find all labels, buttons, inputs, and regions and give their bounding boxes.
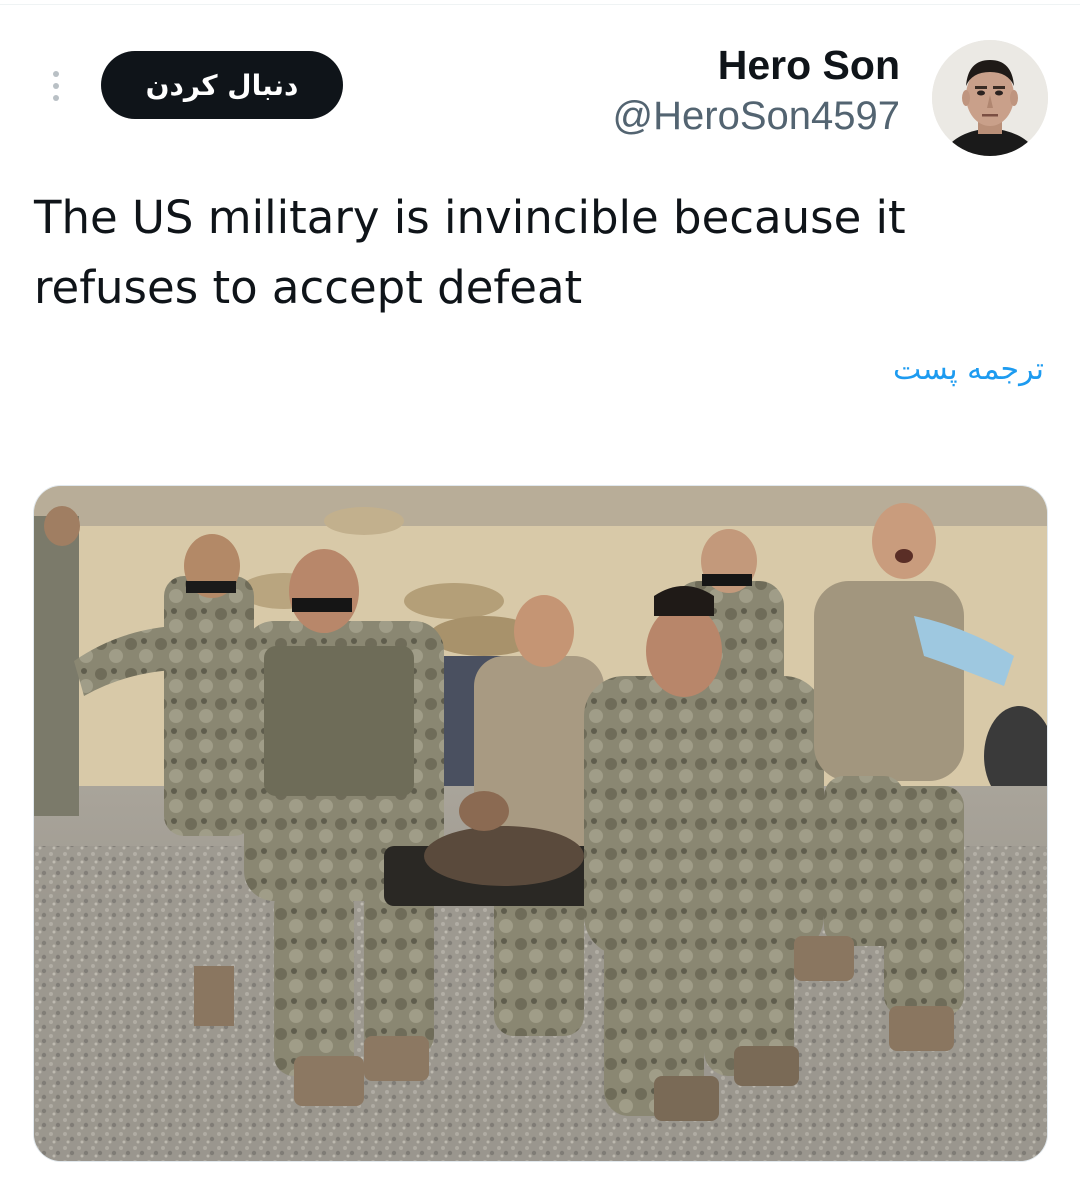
dot [53,95,59,101]
follow-button[interactable]: دنبال کردن [101,51,343,119]
avatar-photo-icon [932,40,1048,156]
author-handle[interactable]: @HeroSon4597 [613,90,900,142]
post-media-photo[interactable] [33,485,1048,1162]
dot [53,83,59,89]
top-divider [0,4,1080,5]
author-display-name[interactable]: Hero Son [613,40,900,90]
translate-post-link[interactable]: ترجمه پست [893,352,1044,387]
avatar[interactable] [932,40,1048,156]
post-text-line: The US military is invincible because it [34,191,906,244]
post-text: The US military is invincible because it… [34,183,1044,323]
post-text-line: refuses to accept defeat [34,261,583,314]
dot [53,71,59,77]
author-info[interactable]: Hero Son @HeroSon4597 [613,40,900,142]
photo-soldiers-stretcher [34,486,1047,1161]
more-options-icon[interactable] [44,66,68,106]
